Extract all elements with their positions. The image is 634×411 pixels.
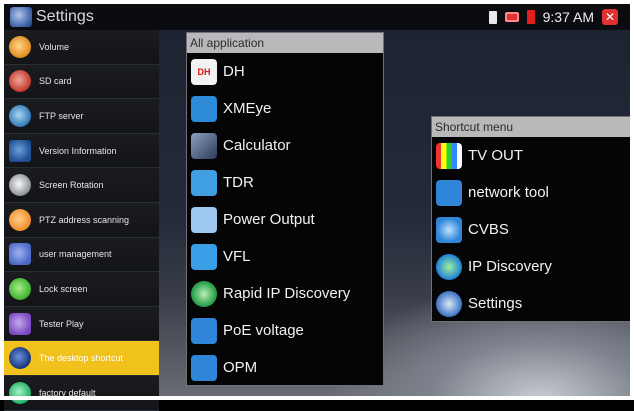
sidebar-item-label: Screen Rotation xyxy=(39,180,104,191)
ip-discovery-icon xyxy=(436,253,462,280)
sidebar-item-desktop-shortcut[interactable]: The desktop shortcut xyxy=(4,341,159,376)
shortcut-item-ip-discovery[interactable]: IP Discovery xyxy=(432,248,630,285)
cvbs-icon xyxy=(436,216,462,243)
battery-alert-icon xyxy=(526,10,535,24)
app-item-label: Rapid IP Discovery xyxy=(223,285,351,302)
shortcut-item-label: TV OUT xyxy=(468,147,523,164)
app-item-opm[interactable]: OPM xyxy=(187,349,383,386)
lock-icon xyxy=(9,277,31,300)
sidebar-item-volume[interactable]: Volume xyxy=(4,30,159,65)
dh-app-icon xyxy=(191,58,217,85)
sidebar-item-user-management[interactable]: user management xyxy=(4,237,159,273)
opm-app-icon xyxy=(191,354,217,381)
user-management-icon xyxy=(9,243,31,266)
sidebar-item-version-information[interactable]: Version Information xyxy=(4,133,159,169)
settings-sidebar: Volume SD card FTP server Version Inform… xyxy=(4,30,159,411)
sidebar-item-label: SD card xyxy=(39,76,72,87)
sidebar-item-label: Volume xyxy=(39,41,70,52)
app-item-label: TDR xyxy=(223,174,254,191)
tester-play-icon xyxy=(9,312,31,335)
close-icon[interactable]: ✕ xyxy=(602,9,618,25)
clock: 9:37 AM xyxy=(542,9,594,25)
sidebar-item-label: FTP server xyxy=(39,110,84,121)
tv-out-icon xyxy=(436,142,462,169)
all-application-panel: All application DH XMEye Calculator TDR … xyxy=(186,32,384,386)
sidebar-item-label: user management xyxy=(39,249,112,260)
xmeye-app-icon xyxy=(191,95,217,122)
sd-card-icon xyxy=(9,70,31,93)
sidebar-item-label: Tester Play xyxy=(39,318,84,329)
network-status-icon xyxy=(504,12,519,22)
desktop-shortcut-icon xyxy=(9,347,31,370)
shortcut-menu-panel: Shortcut menu TV OUT network tool CVBS I… xyxy=(431,116,631,322)
status-icons: 9:37 AM ✕ xyxy=(488,9,618,25)
tdr-app-icon xyxy=(191,169,217,196)
shortcut-item-label: network tool xyxy=(468,184,549,201)
shortcut-item-label: Settings xyxy=(468,295,523,312)
sidebar-item-label: factory default xyxy=(39,387,96,398)
status-bar: Settings 9:37 AM ✕ xyxy=(4,4,630,30)
app-item-label: PoE voltage xyxy=(223,322,304,339)
sidebar-item-label: Version Information xyxy=(39,145,117,156)
rapid-ip-discovery-app-icon xyxy=(191,280,217,307)
volume-icon xyxy=(9,35,31,58)
sidebar-item-ftp-server[interactable]: FTP server xyxy=(4,99,159,134)
sidebar-item-lock-screen[interactable]: Lock screen xyxy=(4,272,159,307)
app-title: Settings xyxy=(36,8,94,25)
app-item-vfl[interactable]: VFL xyxy=(187,238,383,275)
sidebar-item-screen-rotation[interactable]: Screen Rotation xyxy=(4,168,159,203)
ptz-scan-icon xyxy=(9,208,31,231)
app-item-label: XMEye xyxy=(223,100,272,117)
sidebar-item-ptz-address-scanning[interactable]: PTZ address scanning xyxy=(4,202,159,238)
app-item-rapid-ip-discovery[interactable]: Rapid IP Discovery xyxy=(187,275,383,312)
screen-rotation-icon xyxy=(9,174,31,197)
sidebar-item-label: Lock screen xyxy=(39,283,88,294)
app-item-dh[interactable]: DH xyxy=(187,53,383,90)
app-item-xmeye[interactable]: XMEye xyxy=(187,90,383,127)
shortcut-item-settings[interactable]: Settings xyxy=(432,285,630,322)
app-item-tdr[interactable]: TDR xyxy=(187,164,383,201)
sidebar-item-label: The desktop shortcut xyxy=(39,353,124,364)
sidebar-item-label: PTZ address scanning xyxy=(39,214,130,225)
shortcut-item-label: CVBS xyxy=(468,221,509,238)
sd-card-status-icon xyxy=(488,10,497,24)
app-item-poe-voltage[interactable]: PoE voltage xyxy=(187,312,383,349)
app-item-label: OPM xyxy=(223,359,258,376)
app-item-label: Power Output xyxy=(223,211,315,228)
app-item-label: VFL xyxy=(223,248,251,265)
calculator-app-icon xyxy=(191,132,217,159)
version-info-icon xyxy=(9,139,31,162)
shortcut-item-network-tool[interactable]: network tool xyxy=(432,174,630,211)
shortcut-item-cvbs[interactable]: CVBS xyxy=(432,211,630,248)
panel-title: Shortcut menu xyxy=(432,117,630,137)
settings-icon xyxy=(436,290,462,317)
sidebar-item-factory-default[interactable]: factory default xyxy=(4,375,159,411)
app-item-power-output[interactable]: Power Output xyxy=(187,201,383,238)
vfl-app-icon xyxy=(191,243,217,270)
poe-voltage-app-icon xyxy=(191,317,217,344)
panel-title: All application xyxy=(187,33,383,53)
network-tool-icon xyxy=(436,179,462,206)
shortcut-item-tv-out[interactable]: TV OUT xyxy=(432,137,630,174)
app-item-calculator[interactable]: Calculator xyxy=(187,127,383,164)
app-item-label: DH xyxy=(223,63,245,80)
ftp-server-icon xyxy=(9,104,31,127)
sidebar-item-tester-play[interactable]: Tester Play xyxy=(4,306,159,342)
app-item-label: Calculator xyxy=(223,137,291,154)
factory-default-icon xyxy=(9,381,31,404)
shortcut-item-label: IP Discovery xyxy=(468,258,552,275)
settings-app-icon xyxy=(10,7,32,27)
sidebar-item-sd-card[interactable]: SD card xyxy=(4,64,159,100)
power-output-app-icon xyxy=(191,206,217,233)
